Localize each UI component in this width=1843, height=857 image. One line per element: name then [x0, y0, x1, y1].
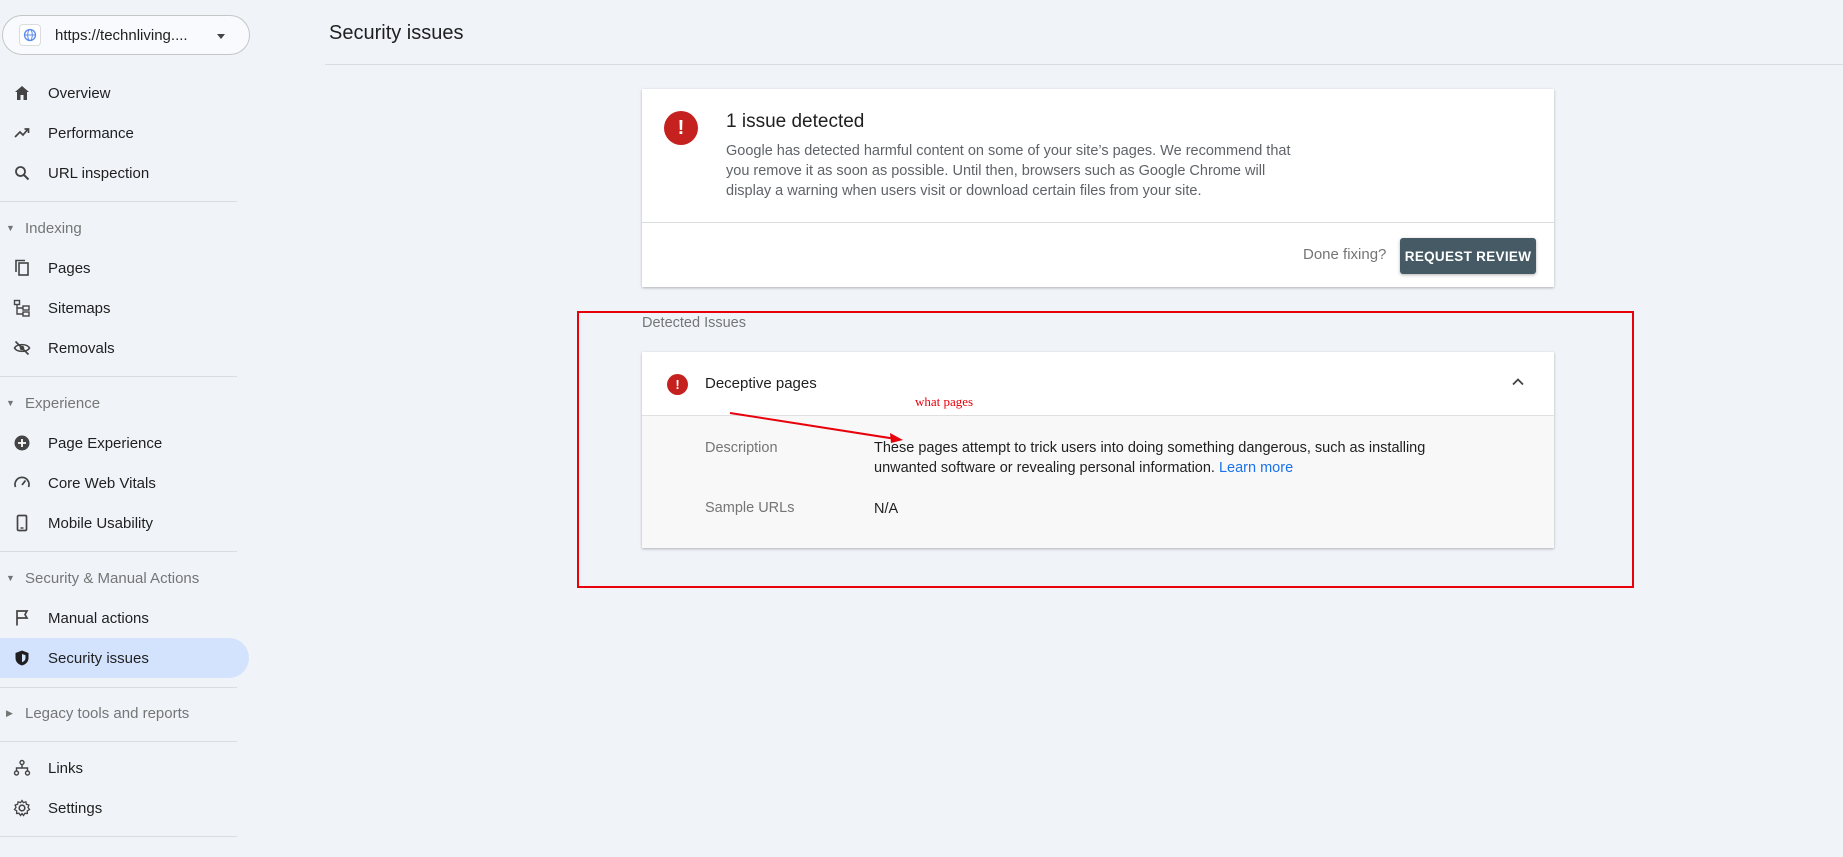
sidebar-item-label: URL inspection: [48, 164, 150, 182]
phone-icon: [12, 513, 32, 533]
sidebar-item-label: Mobile Usability: [48, 514, 154, 532]
plus-circle-icon: [12, 433, 32, 453]
sidebar-item-label: Overview: [48, 84, 111, 102]
sidebar-item-core-web-vitals[interactable]: Core Web Vitals: [0, 463, 248, 503]
sidebar-item-label: Sitemaps: [48, 299, 111, 317]
sidebar-item-mobile-usability[interactable]: Mobile Usability: [0, 503, 248, 543]
section-indexing[interactable]: ▼ Indexing: [0, 213, 248, 243]
search-icon: [12, 163, 32, 183]
sitemap-icon: [12, 298, 32, 318]
header-divider: [325, 64, 1843, 65]
sidebar-item-label: Page Experience: [48, 434, 163, 452]
home-icon: [12, 83, 32, 103]
section-label: Indexing: [25, 219, 82, 237]
section-legacy-tools[interactable]: ▶ Legacy tools and reports: [0, 698, 248, 728]
sidebar-item-label: Performance: [48, 124, 134, 142]
pages-icon: [12, 258, 32, 278]
caret-right-icon: ▶: [6, 707, 13, 718]
annotation-highlight-box: [577, 311, 1634, 588]
sidebar-divider: [0, 201, 237, 202]
sidebar-divider: [0, 687, 237, 688]
sidebar-item-label: Links: [48, 759, 84, 777]
sidebar-item-links[interactable]: Links: [0, 748, 248, 788]
sidebar-item-label: Pages: [48, 259, 91, 277]
section-label: Legacy tools and reports: [25, 704, 190, 722]
section-label: Security & Manual Actions: [25, 569, 200, 587]
sidebar-item-removals[interactable]: Removals: [0, 328, 248, 368]
eye-off-icon: [12, 338, 32, 358]
card-divider: [642, 222, 1554, 223]
sidebar-item-manual-actions[interactable]: Manual actions: [0, 598, 248, 638]
links-icon: [12, 758, 32, 778]
sidebar-divider: [0, 836, 237, 837]
sidebar-item-sitemaps[interactable]: Sitemaps: [0, 288, 248, 328]
issue-summary-card: ! 1 issue detected Google has detected h…: [642, 89, 1554, 287]
caret-down-icon: [215, 29, 227, 47]
globe-icon: [19, 24, 41, 46]
sidebar-item-page-experience[interactable]: Page Experience: [0, 423, 248, 463]
caret-down-icon: ▼: [6, 223, 15, 233]
sidebar-item-url-inspection[interactable]: URL inspection: [0, 153, 248, 193]
shield-icon: [12, 648, 32, 668]
section-label: Experience: [25, 394, 101, 412]
page-title: Security issues: [329, 22, 464, 44]
sidebar-item-pages[interactable]: Pages: [0, 248, 248, 288]
flag-icon: [12, 608, 32, 628]
caret-down-icon: ▼: [6, 573, 15, 583]
gear-icon: [12, 798, 32, 818]
sidebar-item-overview[interactable]: Overview: [0, 73, 248, 113]
section-security-manual-actions[interactable]: ▼ Security & Manual Actions: [0, 563, 248, 593]
sidebar-divider: [0, 376, 237, 377]
property-url: https://technliving....: [55, 26, 188, 44]
sidebar-item-label: Settings: [48, 799, 103, 817]
error-icon: !: [664, 111, 698, 145]
sidebar: https://technliving.... Overview Perform…: [0, 0, 250, 857]
annotation-arrow-icon: [729, 412, 903, 443]
sidebar-item-security-issues[interactable]: Security issues: [0, 638, 249, 678]
sidebar-item-settings[interactable]: Settings: [0, 788, 248, 828]
request-review-button[interactable]: REQUEST REVIEW: [1400, 238, 1536, 274]
sidebar-divider: [0, 741, 237, 742]
sidebar-item-label: Manual actions: [48, 609, 149, 627]
annotation-note: what pages: [915, 394, 974, 409]
section-experience[interactable]: ▼ Experience: [0, 388, 248, 418]
sidebar-item-label: Core Web Vitals: [48, 474, 156, 492]
summary-title: 1 issue detected: [726, 111, 865, 132]
sidebar-divider: [0, 551, 237, 552]
summary-description: Google has detected harmful content on s…: [726, 143, 1291, 199]
property-selector[interactable]: https://technliving....: [2, 15, 250, 55]
trending-up-icon: [12, 123, 32, 143]
gauge-icon: [12, 473, 32, 493]
sidebar-item-label: Security issues: [48, 649, 149, 667]
caret-down-icon: ▼: [6, 398, 15, 408]
done-fixing-label: Done fixing?: [1303, 246, 1387, 263]
sidebar-item-label: Removals: [48, 339, 115, 357]
sidebar-item-performance[interactable]: Performance: [0, 113, 248, 153]
